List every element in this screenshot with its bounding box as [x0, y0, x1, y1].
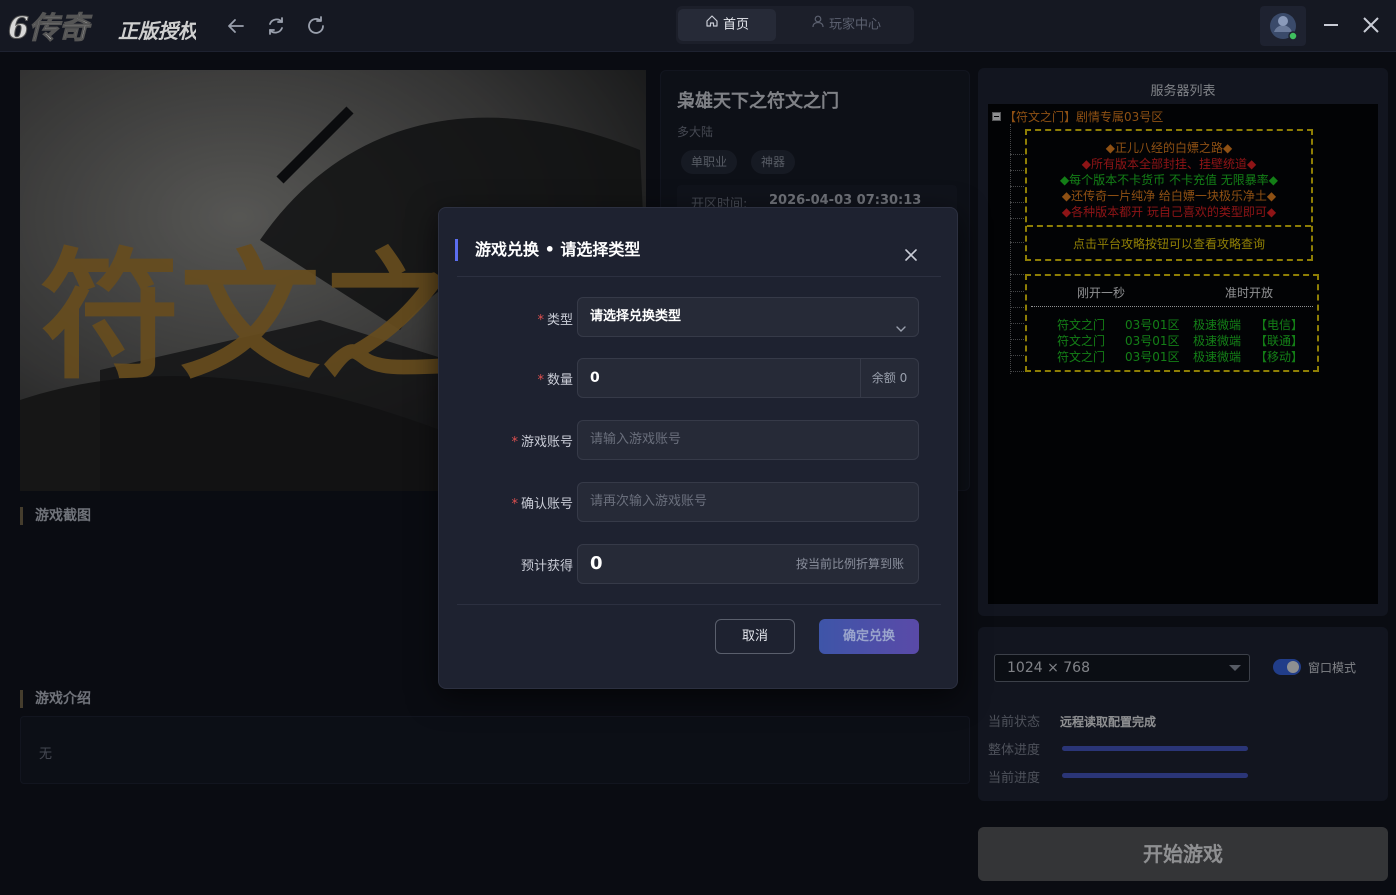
chevron-down-icon — [896, 312, 906, 332]
type-label-text: 类型 — [546, 313, 573, 328]
estimate-hint: 按当前比例折算到账 — [795, 557, 904, 571]
refresh-icon[interactable] — [304, 14, 328, 38]
main-tabs: 首页 玩家中心 — [676, 6, 914, 44]
cancel-button[interactable]: 取消 — [715, 619, 795, 654]
qty-label: * 数量 — [455, 369, 573, 388]
type-select[interactable]: 请选择兑换类型 — [577, 297, 919, 337]
required-mark: * — [511, 497, 518, 512]
estimate-value: 0 — [590, 553, 603, 574]
account-placeholder: 请输入游戏账号 — [590, 432, 682, 447]
tab-home-label: 首页 — [722, 17, 749, 33]
account-label-text: 游戏账号 — [520, 435, 573, 450]
sync-icon[interactable] — [264, 14, 288, 38]
title-accent — [455, 239, 458, 261]
svg-text:6传奇: 6传奇 — [8, 11, 93, 46]
dialog-title: 游戏兑换 • 请选择类型 — [475, 240, 641, 259]
svg-text:正版授权: 正版授权 — [118, 19, 196, 43]
quantity-input[interactable]: 0 余额 0 — [577, 358, 919, 398]
account-label: * 游戏账号 — [455, 431, 573, 450]
app-logo: 6传奇 正版授权 — [6, 6, 201, 47]
required-mark: * — [511, 435, 518, 450]
quantity-value: 0 — [590, 370, 600, 386]
tab-player-center-label: 玩家中心 — [828, 17, 881, 33]
user-icon — [811, 9, 825, 41]
confirm-account-input[interactable]: 请再次输入游戏账号 — [577, 482, 919, 522]
user-avatar[interactable] — [1260, 6, 1306, 46]
confirm-account-label: * 确认账号 — [455, 493, 573, 512]
minimize-icon[interactable] — [1318, 12, 1344, 38]
home-icon — [705, 9, 719, 41]
confirm-exchange-button[interactable]: 确定兑换 — [819, 619, 919, 654]
close-icon[interactable] — [901, 245, 921, 265]
title-bar: 6传奇 正版授权 首页 玩家中心 — [0, 0, 1396, 52]
required-mark: * — [537, 313, 544, 328]
required-mark: * — [537, 373, 544, 388]
dialog-divider — [457, 276, 941, 277]
qty-label-text: 数量 — [546, 373, 573, 388]
type-select-value: 请选择兑换类型 — [590, 309, 682, 324]
type-label: * 类型 — [455, 309, 573, 328]
tab-home[interactable]: 首页 — [678, 9, 776, 41]
exchange-dialog: 游戏兑换 • 请选择类型 * 类型 请选择兑换类型 * 数量 0 余额 0 * 游戏账… — [438, 207, 958, 689]
tab-player-center[interactable]: 玩家中心 — [780, 9, 912, 41]
estimate-label: 预计获得 — [520, 559, 573, 574]
account-input[interactable]: 请输入游戏账号 — [577, 420, 919, 460]
estimate-field: 0 按当前比例折算到账 — [577, 544, 919, 584]
close-window-icon[interactable] — [1358, 12, 1384, 38]
dialog-divider — [457, 604, 941, 605]
back-icon[interactable] — [224, 14, 248, 38]
confirm-account-placeholder: 请再次输入游戏账号 — [590, 494, 708, 509]
balance-suffix: 余额 0 — [860, 359, 918, 397]
confirm-account-label-text: 确认账号 — [520, 497, 573, 512]
